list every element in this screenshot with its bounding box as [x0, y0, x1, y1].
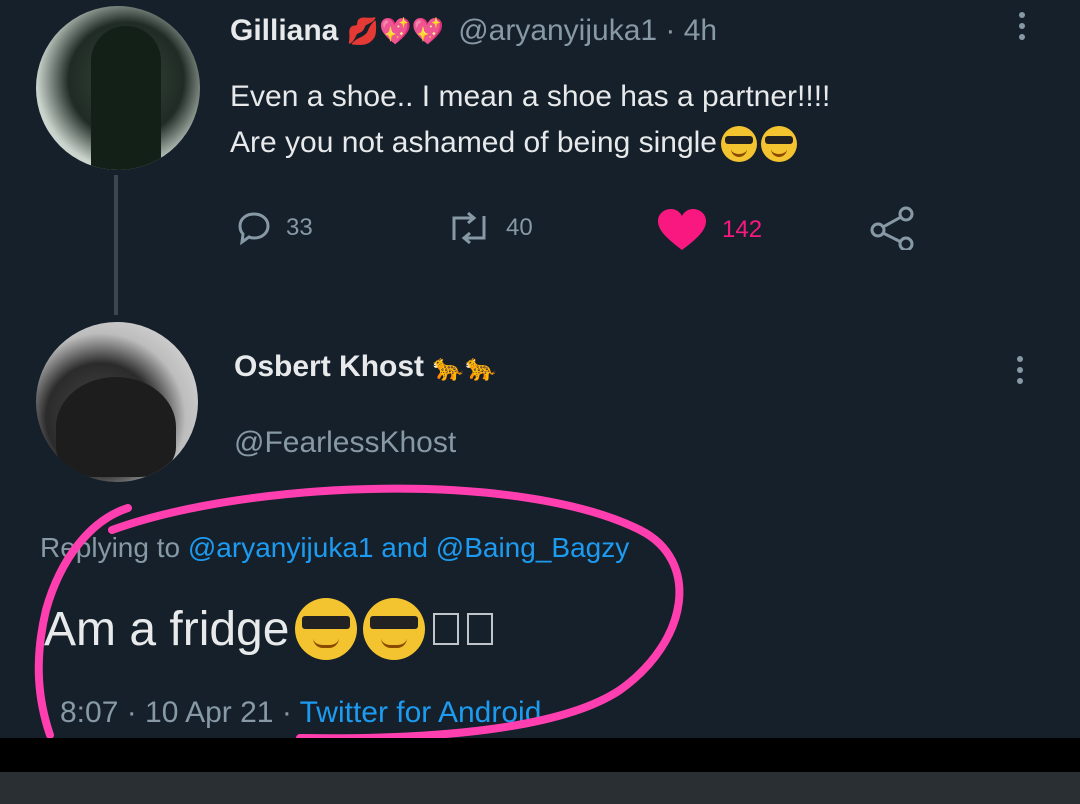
highlight-circle [34, 484, 684, 743]
bottom-bar [0, 738, 1080, 772]
bottom-strip [0, 772, 1080, 804]
